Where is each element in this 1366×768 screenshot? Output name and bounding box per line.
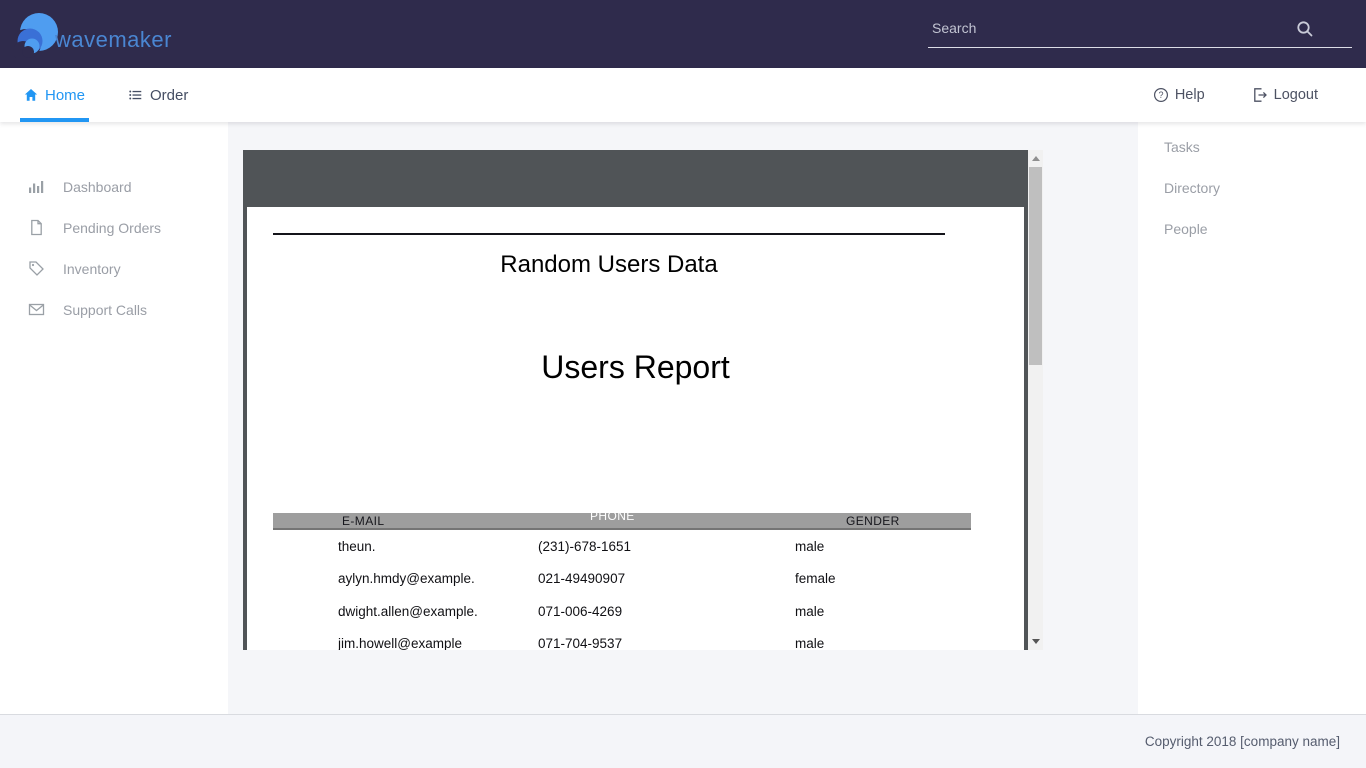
triangle-up-icon [1032,156,1040,161]
cell-email: dwight.allen@example. [273,604,538,619]
sidebar-item-label: Inventory [63,261,121,277]
bar-chart-icon [28,178,45,195]
app-window: wavemaker Home [0,0,1366,768]
cell-phone: 071-704-9537 [538,636,795,650]
pdf-document-title: Random Users Data [273,251,945,279]
table-row: dwight.allen@example. 071-006-4269 male [273,595,971,628]
tab-home[interactable]: Home [24,68,85,122]
sidebar-item-tasks[interactable]: Tasks [1138,126,1366,167]
search-box [928,14,1352,54]
sidebar-item-inventory[interactable]: Inventory [0,248,228,289]
table-header-row: E-MAIL PHONE GENDER [273,513,971,530]
tab-order-label: Order [150,87,188,104]
cell-email: theun. [273,539,538,554]
search-icon[interactable] [1296,20,1314,38]
cell-phone: 021-49490907 [538,571,795,586]
tab-home-label: Home [45,87,85,104]
help-label: Help [1175,87,1205,103]
column-header-email: E-MAIL [273,513,538,530]
help-icon: ? [1153,87,1169,103]
title-divider [273,233,945,235]
right-sidebar: Tasks Directory People [1138,122,1366,714]
topbar: wavemaker [0,0,1366,68]
sidebar-item-directory[interactable]: Directory [1138,167,1366,208]
sidebar-item-dashboard[interactable]: Dashboard [0,166,228,207]
page-footer: Copyright 2018 [company name] [0,714,1366,768]
cell-email: aylyn.hmdy@example. [273,571,538,586]
cell-phone: 071-006-4269 [538,604,795,619]
tag-icon [28,260,45,277]
scrollbar-thumb[interactable] [1029,167,1042,365]
sidebar-item-label: Support Calls [63,302,147,318]
page-body: Dashboard Pending Orders Inventory [0,122,1366,714]
search-input[interactable] [928,14,1352,48]
table-row: jim.howell@example 071-704-9537 male [273,628,971,651]
tab-order[interactable]: Order [128,68,188,122]
pdf-report-title: Users Report [247,349,1024,386]
table-row: aylyn.hmdy@example. 021-49490907 female [273,563,971,596]
sidebar-item-people[interactable]: People [1138,208,1366,249]
cell-email: jim.howell@example [273,636,538,650]
sidebar-item-label: People [1164,221,1208,237]
nav-tabs: Home Order [24,68,231,122]
help-button[interactable]: ? Help [1153,87,1205,103]
envelope-icon [28,301,45,318]
sidebar-item-pending-orders[interactable]: Pending Orders [0,207,228,248]
copyright-text: Copyright 2018 [company name] [1145,734,1340,749]
sidebar-item-support-calls[interactable]: Support Calls [0,289,228,330]
triangle-down-icon [1032,639,1040,644]
pdf-scrollbar[interactable] [1028,150,1043,650]
logout-button[interactable]: Logout [1252,87,1318,103]
main-navbar: Home Order ? Help [0,68,1366,122]
table-row: theun. (231)-678-1651 male [273,530,971,563]
scroll-up-button[interactable] [1028,150,1043,167]
logout-label: Logout [1274,87,1318,103]
document-icon [28,219,45,236]
sidebar-item-label: Tasks [1164,139,1200,155]
cell-gender: female [795,571,971,586]
logout-icon [1252,87,1268,103]
pdf-page: Random Users Data Users Report E-MAIL PH… [247,207,1024,650]
sidebar-item-label: Directory [1164,180,1220,196]
sidebar-item-label: Dashboard [63,179,132,195]
scroll-down-button[interactable] [1028,633,1043,650]
cell-phone: (231)-678-1651 [538,539,795,554]
cell-gender: male [795,604,971,619]
list-icon [128,88,143,102]
brand-name: wavemaker [55,27,172,53]
column-header-phone: PHONE [538,508,795,525]
sidebar-item-label: Pending Orders [63,220,161,236]
users-table: E-MAIL PHONE GENDER theun. (231)-678-165… [273,513,971,650]
svg-text:?: ? [1158,90,1163,100]
column-header-gender: GENDER [795,513,971,530]
home-icon [24,88,38,102]
cell-gender: male [795,636,971,650]
cell-gender: male [795,539,971,554]
nav-actions: ? Help Logout [1153,68,1318,122]
brand-logo: wavemaker [14,10,172,58]
main-content: Random Users Data Users Report E-MAIL PH… [228,122,1138,714]
pdf-viewer[interactable]: Random Users Data Users Report E-MAIL PH… [243,150,1043,650]
left-sidebar: Dashboard Pending Orders Inventory [0,122,228,714]
